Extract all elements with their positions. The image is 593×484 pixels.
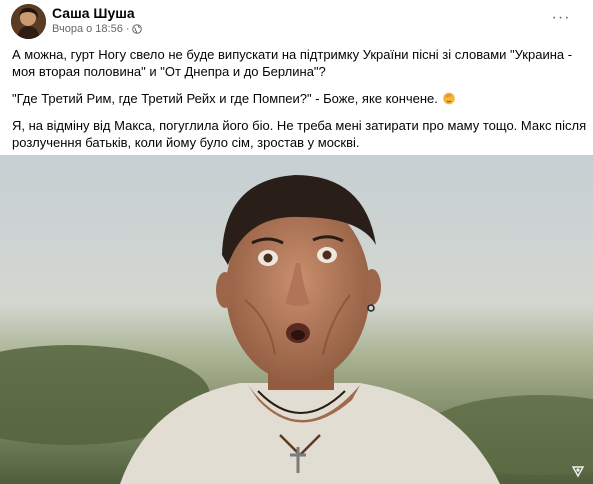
post-photo[interactable] xyxy=(0,155,593,484)
post-paragraph-2: "Где Третий Рим, где Третий Рейх и где П… xyxy=(12,90,587,107)
post-paragraph-3: Я, на відміну від Макса, погуглила його … xyxy=(12,118,587,150)
facepalm-emoji-icon xyxy=(442,91,456,105)
author-avatar[interactable] xyxy=(11,4,46,39)
video-brand-icon xyxy=(571,464,585,478)
post-paragraph-1: А можна, гурт Ногу свело не буде випуска… xyxy=(12,47,573,79)
post-header: Саша Шуша Вчора о 18:56 · ··· xyxy=(0,0,593,44)
post-paragraph-2-text: "Где Третий Рим, где Третий Рейх и где П… xyxy=(12,91,438,106)
post-timestamp[interactable]: Вчора о 18:56 xyxy=(52,23,123,35)
meta-separator: · xyxy=(125,23,130,35)
author-name[interactable]: Саша Шуша xyxy=(52,5,135,21)
more-options-icon[interactable]: ··· xyxy=(547,8,575,28)
globe-icon[interactable] xyxy=(132,24,143,34)
post-text: А можна, гурт Ногу свело не буде випуска… xyxy=(12,46,587,161)
post-meta: Вчора о 18:56 · xyxy=(52,23,143,35)
